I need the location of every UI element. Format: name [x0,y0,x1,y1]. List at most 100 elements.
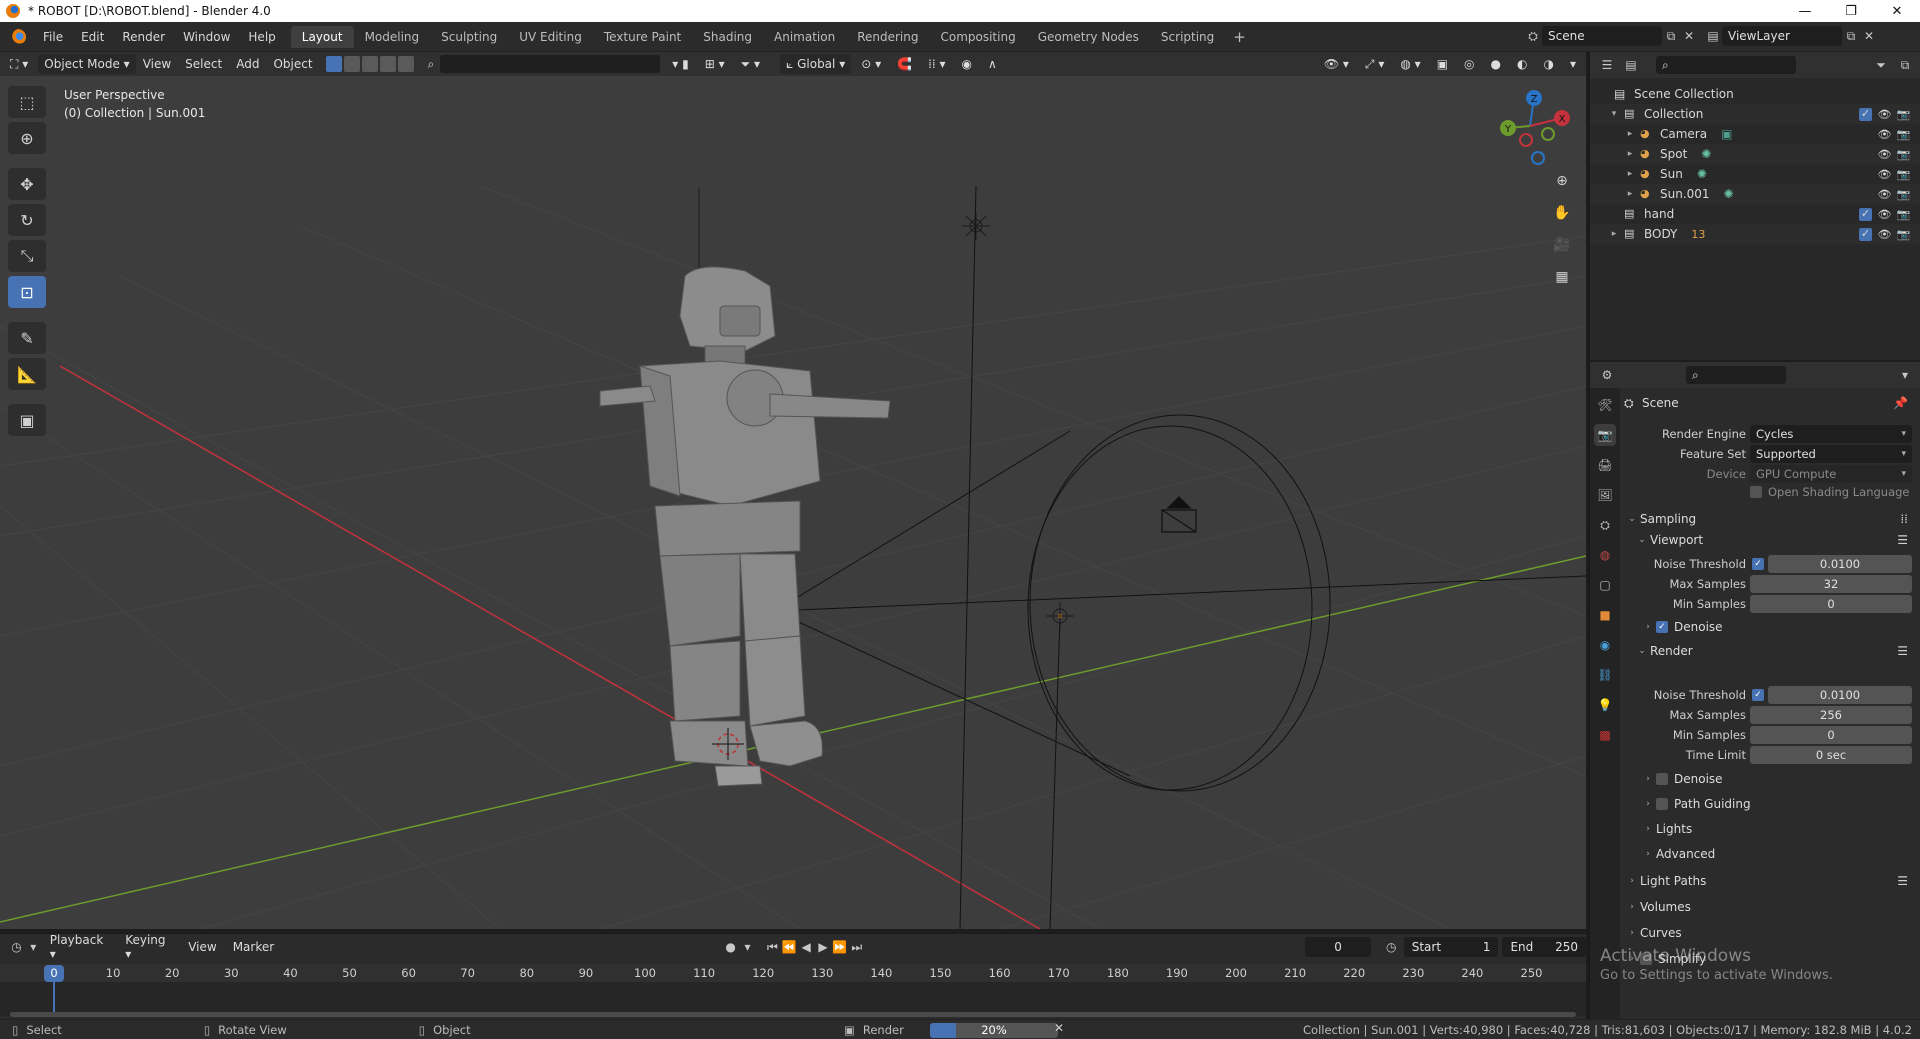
delete-view-layer-icon[interactable]: ✕ [1860,27,1878,45]
playhead-frame-badge[interactable]: 0 [44,965,64,982]
jump-end-icon[interactable]: ⏭ [848,938,865,956]
tab-layout[interactable]: Layout [290,25,354,48]
outliner-row-hand[interactable]: ▤ hand ✓ 👁 📷 [1590,204,1920,224]
view-layer-field[interactable]: ViewLayer [1722,26,1842,46]
timeline-menu-keying[interactable]: Keying ▾ [117,933,180,961]
wireframe-shading-icon[interactable]: ◎ [1458,54,1480,74]
path-guiding-checkbox[interactable] [1656,798,1668,810]
overlay-toggle-icon[interactable]: ◍ ▾ [1394,54,1426,74]
presets-list-icon[interactable]: ☰ [1897,874,1908,888]
scene-icon[interactable]: ⛭ [1524,27,1542,45]
r-min-samples-field[interactable]: 0 [1750,726,1912,744]
prev-keyframe-icon[interactable]: ⏪ [781,938,798,956]
render-camera-icon[interactable]: 📷 [1897,128,1911,141]
scene-tab-icon[interactable]: ⛭ [1594,514,1616,536]
filter-icon[interactable]: ⏷ ▾ [735,54,766,74]
timeline-menu-marker[interactable]: Marker [225,940,282,954]
render-camera-icon[interactable]: 📷 [1897,148,1911,161]
tab-geometry-nodes[interactable]: Geometry Nodes [1027,26,1150,48]
new-view-layer-icon[interactable]: ⧉ [1842,27,1860,45]
play-icon[interactable]: ▶ [815,938,832,956]
jump-start-icon[interactable]: ⏮ [764,938,781,956]
physics-tab-icon[interactable]: ◉ [1594,634,1616,656]
outliner-row-sun-001[interactable]: ▸ ◕ Sun.001 ✺ 👁 📷 [1590,184,1920,204]
mode-dropdown[interactable]: Object Mode ▾ [38,54,136,74]
vp-noise-threshold-field[interactable]: 0.0100 [1768,555,1912,573]
outliner-row-body[interactable]: ▸ ▤ BODY 13 ✓ 👁 📷 [1590,224,1920,244]
next-keyframe-icon[interactable]: ⏩ [831,938,848,956]
tab-uv-editing[interactable]: UV Editing [508,26,593,48]
select-mode-intersect-icon[interactable] [397,56,414,72]
object-tab-icon[interactable]: ■ [1594,604,1616,626]
tab-rendering[interactable]: Rendering [846,26,929,48]
vp-denoise-checkbox[interactable]: ✓ [1656,621,1668,633]
zoom-icon[interactable]: ⊕ [1548,168,1576,194]
view-layer-tab-icon[interactable]: 🖼 [1594,484,1616,506]
blender-logo-icon[interactable] [10,28,26,45]
object-data-tab-icon[interactable]: 💡 [1594,694,1616,716]
menu-render[interactable]: Render [113,30,174,44]
sampling-panel-header[interactable]: ⌄ Sampling ⁞⁞ [1624,508,1918,530]
new-scene-icon[interactable]: ⧉ [1662,27,1680,45]
presets-list-icon[interactable]: ☰ [1897,644,1908,658]
new-collection-icon[interactable]: ⧉ [1896,56,1914,74]
current-frame-field[interactable]: 0 [1305,937,1371,957]
expand-toggle-icon[interactable]: ▸ [1624,169,1636,179]
osl-checkbox[interactable]: Open Shading Language [1750,485,1910,499]
pin-icon[interactable]: 📌 [1893,396,1908,410]
add-cube-tool-icon[interactable]: ▣ [8,404,46,436]
viewport-menu-object[interactable]: Object [266,57,319,71]
exclude-checkbox[interactable]: ✓ [1859,207,1872,221]
snap-target-icon[interactable]: ⁞⁞ ▾ [922,54,951,74]
tab-animation[interactable]: Animation [763,26,846,48]
tab-sculpting[interactable]: Sculpting [430,26,508,48]
solid-shading-icon[interactable]: ● [1485,54,1507,74]
viewport-menu-view[interactable]: View [136,57,178,71]
xray-icon[interactable]: ▣ [1431,54,1454,74]
path-guiding-subpanel[interactable]: › Path Guiding [1640,793,1918,815]
eye-icon[interactable]: 👁 [1878,168,1892,181]
move-tool-icon[interactable]: ✥ [8,168,46,200]
select-box-tool-icon[interactable]: ⬚ [8,86,46,118]
bookmark-icon[interactable]: ▾ ▮ [666,54,694,74]
preview-range-icon[interactable]: ◷ [1383,938,1400,956]
timeline-scrollbar[interactable] [10,1012,1576,1017]
advanced-subpanel[interactable]: › Advanced [1640,843,1918,865]
timeline-menu-view[interactable]: View [180,940,224,954]
record-icon[interactable]: ● [722,938,739,956]
outliner-editor-type-icon[interactable]: ☰ [1598,56,1616,74]
menu-file[interactable]: File [34,30,72,44]
render-camera-icon[interactable]: 📷 [1897,208,1911,221]
viewport-menu-select[interactable]: Select [178,57,229,71]
exclude-checkbox[interactable]: ✓ [1859,227,1872,241]
world-tab-icon[interactable]: ◍ [1594,544,1616,566]
properties-search-field[interactable]: ⌕ [1686,366,1786,384]
transform-orientation-dropdown[interactable]: ⟀ Global ▾ [780,54,852,74]
select-mode-set-icon[interactable] [325,56,342,72]
lights-subpanel[interactable]: › Lights [1640,818,1918,840]
select-mode-invert-icon[interactable] [379,56,396,72]
measure-tool-icon[interactable]: 📐 [8,358,46,390]
render-camera-icon[interactable]: 📷 [1897,168,1911,181]
outliner-search-field[interactable]: ⌕ [1656,56,1796,74]
r-max-samples-field[interactable]: 256 [1750,706,1912,724]
falloff-icon[interactable]: ∧ [982,54,1003,74]
start-frame-field[interactable]: Start 1 [1403,937,1499,957]
light-data-icon[interactable]: ✺ [1701,147,1711,161]
snap-icon[interactable]: 🧲 [891,54,918,74]
annotate-tool-icon[interactable]: ✎ [8,322,46,354]
playhead-line[interactable] [53,982,55,1016]
pivot-icon[interactable]: ⊙ ▾ [855,54,887,74]
add-workspace-button[interactable]: + [1225,28,1254,46]
close-window-button[interactable]: ✕ [1874,0,1920,22]
vp-noise-threshold-checkbox[interactable]: ✓ [1752,558,1764,570]
timeline-menu-playback[interactable]: Playback ▾ [42,933,117,961]
select-mode-extend-icon[interactable] [343,56,360,72]
light-paths-panel[interactable]: › Light Paths ☰ [1624,870,1918,892]
outliner-row-camera[interactable]: ▸ ◕ Camera ▣ 👁 📷 [1590,124,1920,144]
viewport-search-field[interactable] [440,55,661,73]
curves-panel[interactable]: › Curves [1624,922,1918,944]
render-camera-icon[interactable]: 📷 [1897,108,1911,121]
tool-tab-icon[interactable]: 🛠 [1594,394,1616,416]
viewport-subpanel-header[interactable]: ⌄ Viewport ☰ [1634,529,1918,551]
